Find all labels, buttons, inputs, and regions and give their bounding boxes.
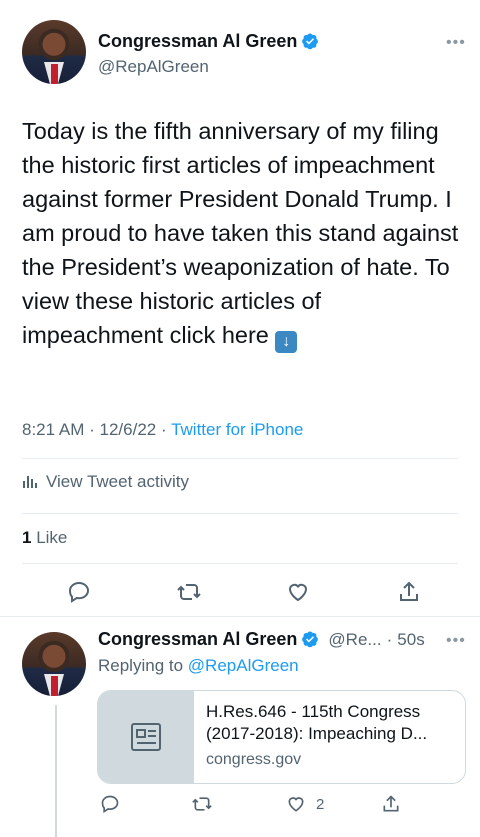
reply-share-button[interactable] bbox=[381, 794, 401, 814]
link-card-domain: congress.gov bbox=[206, 751, 302, 768]
reply-author-handle[interactable]: @Re... bbox=[328, 630, 381, 649]
share-icon bbox=[400, 581, 418, 601]
heart-icon bbox=[288, 797, 304, 812]
tweet-source-link[interactable]: Twitter for iPhone bbox=[171, 420, 303, 439]
divider bbox=[22, 458, 458, 459]
tweet-date[interactable]: 12/6/22 bbox=[100, 420, 157, 439]
more-options-icon[interactable]: ••• bbox=[446, 34, 466, 52]
retweet-icon bbox=[177, 584, 201, 600]
reply-button[interactable] bbox=[67, 580, 91, 604]
tweet-text: Today is the fifth anniversary of my fil… bbox=[22, 114, 468, 353]
retweet-button[interactable] bbox=[176, 580, 202, 604]
like-button[interactable] bbox=[286, 580, 310, 604]
author-avatar[interactable] bbox=[22, 20, 86, 84]
author-handle[interactable]: @RepAlGreen bbox=[98, 57, 209, 77]
link-card[interactable]: H.Res.646 - 115th Congress (2017-2018): … bbox=[97, 690, 466, 784]
tweet-meta: 8:21 AM · 12/6/22 · Twitter for iPhone bbox=[22, 420, 304, 439]
reply-icon bbox=[68, 581, 90, 603]
heart-icon bbox=[288, 583, 308, 602]
verified-badge-icon bbox=[302, 33, 319, 50]
reply-like-button[interactable]: 2 bbox=[286, 794, 324, 814]
divider bbox=[22, 563, 458, 564]
down-arrow-icon: ↓ bbox=[275, 331, 298, 353]
link-card-thumbnail bbox=[98, 691, 194, 783]
analytics-icon bbox=[23, 476, 37, 488]
reply-icon bbox=[101, 795, 119, 814]
reply-author-name[interactable]: Congressman Al Green @Re... · 50s bbox=[98, 629, 425, 650]
replying-to: Replying to @RepAlGreen bbox=[98, 656, 299, 675]
divider bbox=[0, 616, 480, 617]
reply-like-count: 2 bbox=[316, 795, 325, 813]
reply-reply-button[interactable] bbox=[100, 794, 120, 814]
replying-to-handle-link[interactable]: @RepAlGreen bbox=[188, 656, 299, 675]
reply-author-avatar[interactable] bbox=[22, 632, 86, 696]
reply-more-options-icon[interactable]: ••• bbox=[446, 632, 466, 650]
tweet-time[interactable]: 8:21 AM bbox=[22, 420, 84, 439]
article-icon bbox=[131, 723, 161, 751]
view-tweet-activity-button[interactable]: View Tweet activity bbox=[22, 472, 189, 492]
reply-time[interactable]: 50s bbox=[397, 630, 424, 649]
divider bbox=[22, 513, 458, 514]
share-icon bbox=[383, 795, 399, 812]
retweet-icon bbox=[192, 797, 212, 811]
share-button[interactable] bbox=[397, 580, 421, 604]
thread-line bbox=[55, 705, 57, 837]
author-name[interactable]: Congressman Al Green bbox=[98, 31, 319, 52]
likes-count[interactable]: 1 Like bbox=[22, 528, 67, 548]
reply-retweet-button[interactable] bbox=[191, 794, 213, 814]
link-card-title: H.Res.646 - 115th Congress (2017-2018): … bbox=[206, 702, 428, 743]
verified-badge-icon bbox=[302, 631, 319, 648]
